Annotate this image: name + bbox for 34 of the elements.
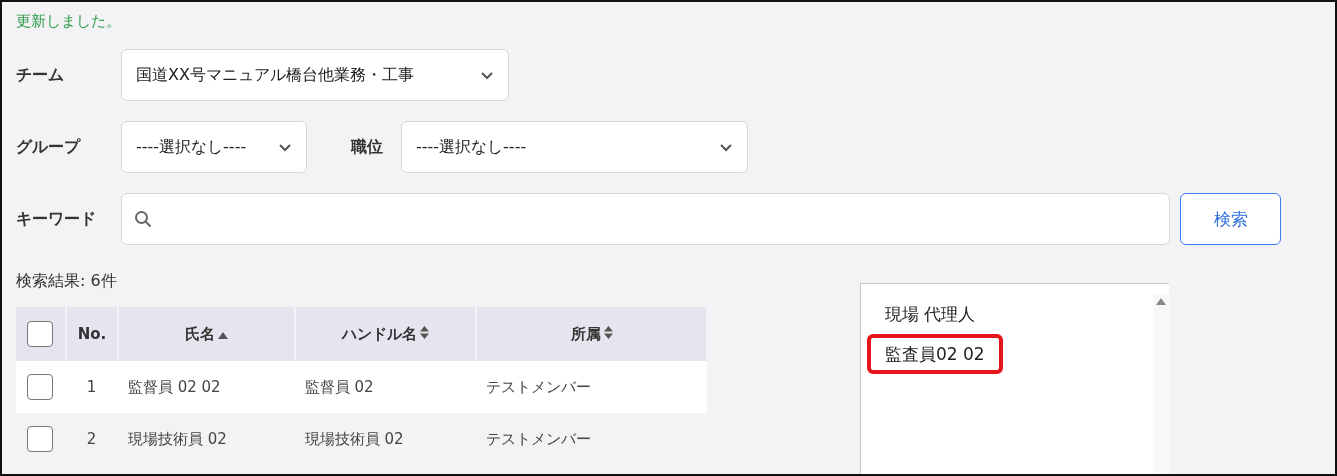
table-cell: テストメンバー bbox=[476, 413, 707, 465]
chevron-down-icon bbox=[480, 70, 494, 80]
search-button[interactable]: 検索 bbox=[1180, 193, 1281, 245]
position-select[interactable]: ----選択なし---- bbox=[401, 121, 748, 173]
team-select[interactable]: 国道XX号マニュアル橋台他業務・工事 bbox=[121, 49, 509, 101]
table-cell: 1 bbox=[65, 361, 118, 413]
scrollbar[interactable] bbox=[1153, 294, 1169, 474]
row-checkbox[interactable] bbox=[27, 426, 54, 452]
scroll-up-icon bbox=[1156, 298, 1166, 305]
table-cell: テストメンバー bbox=[476, 361, 707, 413]
keyword-field[interactable] bbox=[121, 193, 1170, 245]
table-cell: 2 bbox=[65, 413, 118, 465]
group-select[interactable]: ----選択なし---- bbox=[121, 121, 307, 173]
search-icon bbox=[134, 210, 152, 228]
chevron-down-icon bbox=[278, 142, 292, 152]
chevron-down-icon bbox=[719, 142, 733, 152]
team-label: チーム bbox=[16, 64, 65, 86]
success-message: 更新しました。 bbox=[16, 12, 122, 31]
keyword-label: キーワード bbox=[16, 208, 97, 230]
group-label: グループ bbox=[16, 136, 82, 158]
select-all-checkbox[interactable] bbox=[27, 321, 54, 347]
row-checkbox[interactable] bbox=[27, 374, 54, 400]
column-header[interactable]: 氏名 bbox=[117, 307, 295, 361]
table-cell: 現場技術員 02 bbox=[294, 413, 477, 465]
list-item[interactable]: 監査員02 02 bbox=[867, 334, 1003, 374]
result-count: 検索結果: 6件 bbox=[16, 271, 118, 292]
table-cell: 監督員 02 02 bbox=[117, 361, 295, 413]
column-header[interactable]: No. bbox=[65, 307, 118, 361]
list-item[interactable]: 現場 代理人 bbox=[867, 294, 994, 334]
table-cell: 現場技術員 02 bbox=[117, 413, 295, 465]
column-header[interactable]: 所属 bbox=[476, 307, 707, 361]
table-cell: 監督員 02 bbox=[294, 361, 477, 413]
column-header[interactable]: ハンドル名 bbox=[294, 307, 477, 361]
position-label: 職位 bbox=[351, 136, 384, 158]
